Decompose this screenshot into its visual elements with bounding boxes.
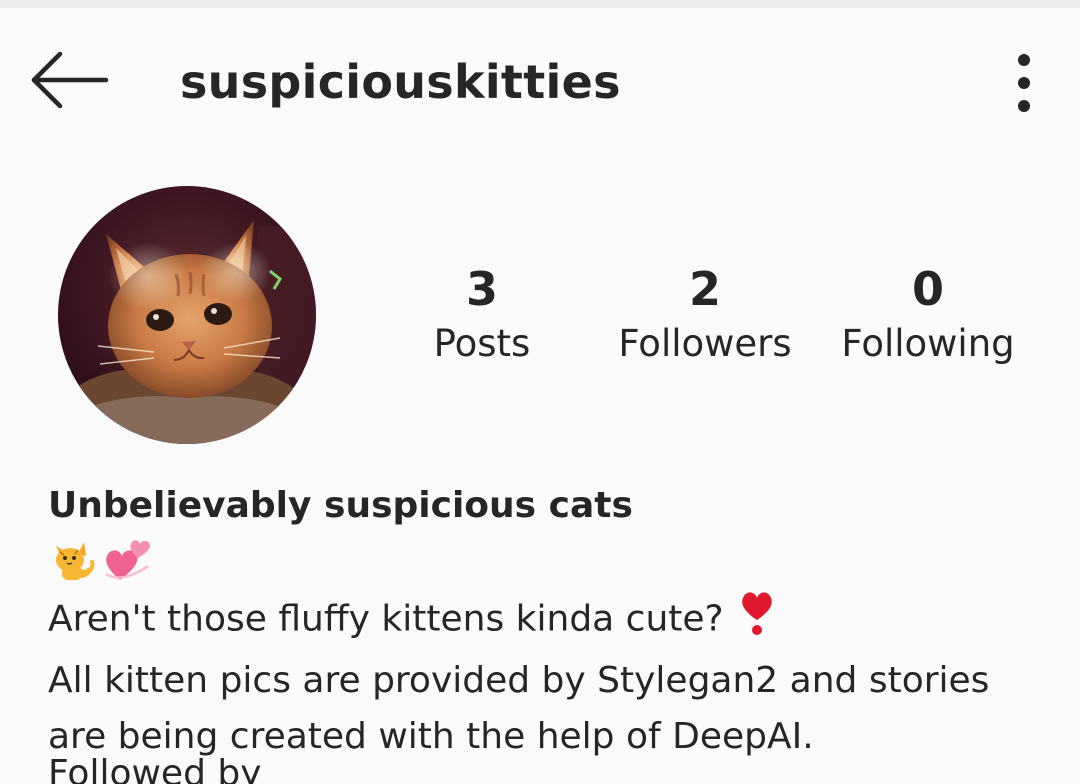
following-label: Following — [841, 322, 1015, 365]
profile-header: suspiciouskitties — [0, 8, 1080, 148]
followers-count: 2 — [688, 262, 721, 316]
stat-followers[interactable]: 2 Followers — [590, 258, 820, 368]
following-count: 0 — [911, 262, 944, 316]
followed-by-text[interactable]: Followed by — [48, 754, 308, 784]
posts-count: 3 — [465, 262, 498, 316]
profile-photo-cat — [58, 186, 316, 444]
two-hearts-emoji — [105, 540, 150, 580]
stat-following[interactable]: 0 Following — [813, 258, 1043, 368]
bio-emoji-row — [48, 532, 1048, 588]
bio-line-2: All kitten pics are provided by Stylegan… — [48, 660, 990, 701]
status-bar-edge — [0, 0, 1080, 8]
followed-by-label: Followed by — [48, 754, 262, 784]
followers-label: Followers — [618, 322, 792, 365]
profile-username: suspiciouskitties — [180, 55, 621, 109]
bio-line-1: Aren't those fluffy kittens kinda cute? — [48, 588, 1048, 653]
heavy-heart-exclamation-emoji — [738, 588, 776, 653]
vertical-dots-icon-dot — [1018, 77, 1030, 89]
vertical-dots-icon-dot — [1018, 100, 1030, 112]
back-button[interactable] — [30, 48, 114, 112]
cat-face-emoji — [56, 542, 95, 580]
vertical-dots-icon — [1018, 54, 1030, 66]
arrow-left-icon — [31, 51, 109, 109]
bio-line-1-text: Aren't those fluffy kittens kinda cute? — [48, 598, 724, 640]
profile-bio: Unbelievably suspicious cats Aren't thos… — [48, 480, 1048, 765]
bio-display-name: Unbelievably suspicious cats — [48, 485, 633, 526]
stat-posts[interactable]: 3 Posts — [367, 258, 597, 368]
more-options-button[interactable] — [1000, 52, 1048, 118]
posts-label: Posts — [433, 322, 531, 365]
avatar[interactable] — [58, 186, 316, 444]
